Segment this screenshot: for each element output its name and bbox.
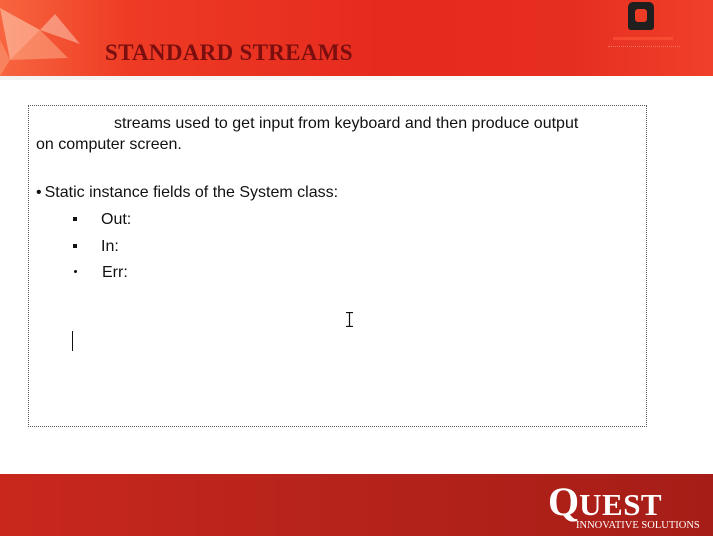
sub-item-in: In:	[73, 238, 119, 256]
brand-logo-wordmark: ▬▬▬▬▬▬	[613, 32, 673, 43]
text-cursor-icon	[346, 312, 353, 327]
brand-logo-icon	[628, 2, 654, 30]
origami-bird-icon	[0, 8, 80, 76]
brand-logo-tagline	[608, 46, 680, 50]
sub-item-label: Err:	[102, 264, 128, 281]
quest-logo-rest: UEST	[579, 487, 663, 522]
quest-logo: QUEST	[548, 482, 662, 522]
sub-item-label: In:	[101, 238, 119, 255]
quest-logo-subtitle: INNOVATIVE SOLUTIONS	[576, 520, 700, 531]
text-placeholder-box[interactable]: streams used to get input from keyboard …	[28, 105, 647, 427]
sub-item-err: Err:	[73, 264, 128, 282]
intro-text-line-2: on computer screen.	[36, 136, 182, 153]
intro-text-line-1: streams used to get input from keyboard …	[114, 115, 579, 132]
slide-title: STANDARD STREAMS	[105, 40, 353, 65]
bullet-item: • Static instance fields of the System cl…	[36, 184, 338, 202]
sub-item-out: Out:	[73, 211, 131, 229]
bullet-icon: •	[36, 184, 42, 201]
text-caret	[72, 331, 73, 351]
slide-header: STANDARD STREAMS ▬▬▬▬▬▬	[0, 0, 713, 76]
sub-item-label: Out:	[101, 211, 132, 228]
quest-logo-initial: Q	[548, 479, 580, 524]
header-divider	[0, 76, 713, 80]
square-bullet-icon	[73, 216, 77, 221]
bullet-text: Static instance fields of the System cla…	[44, 184, 339, 201]
dot-bullet-icon	[74, 270, 77, 274]
square-bullet-icon	[73, 243, 77, 248]
